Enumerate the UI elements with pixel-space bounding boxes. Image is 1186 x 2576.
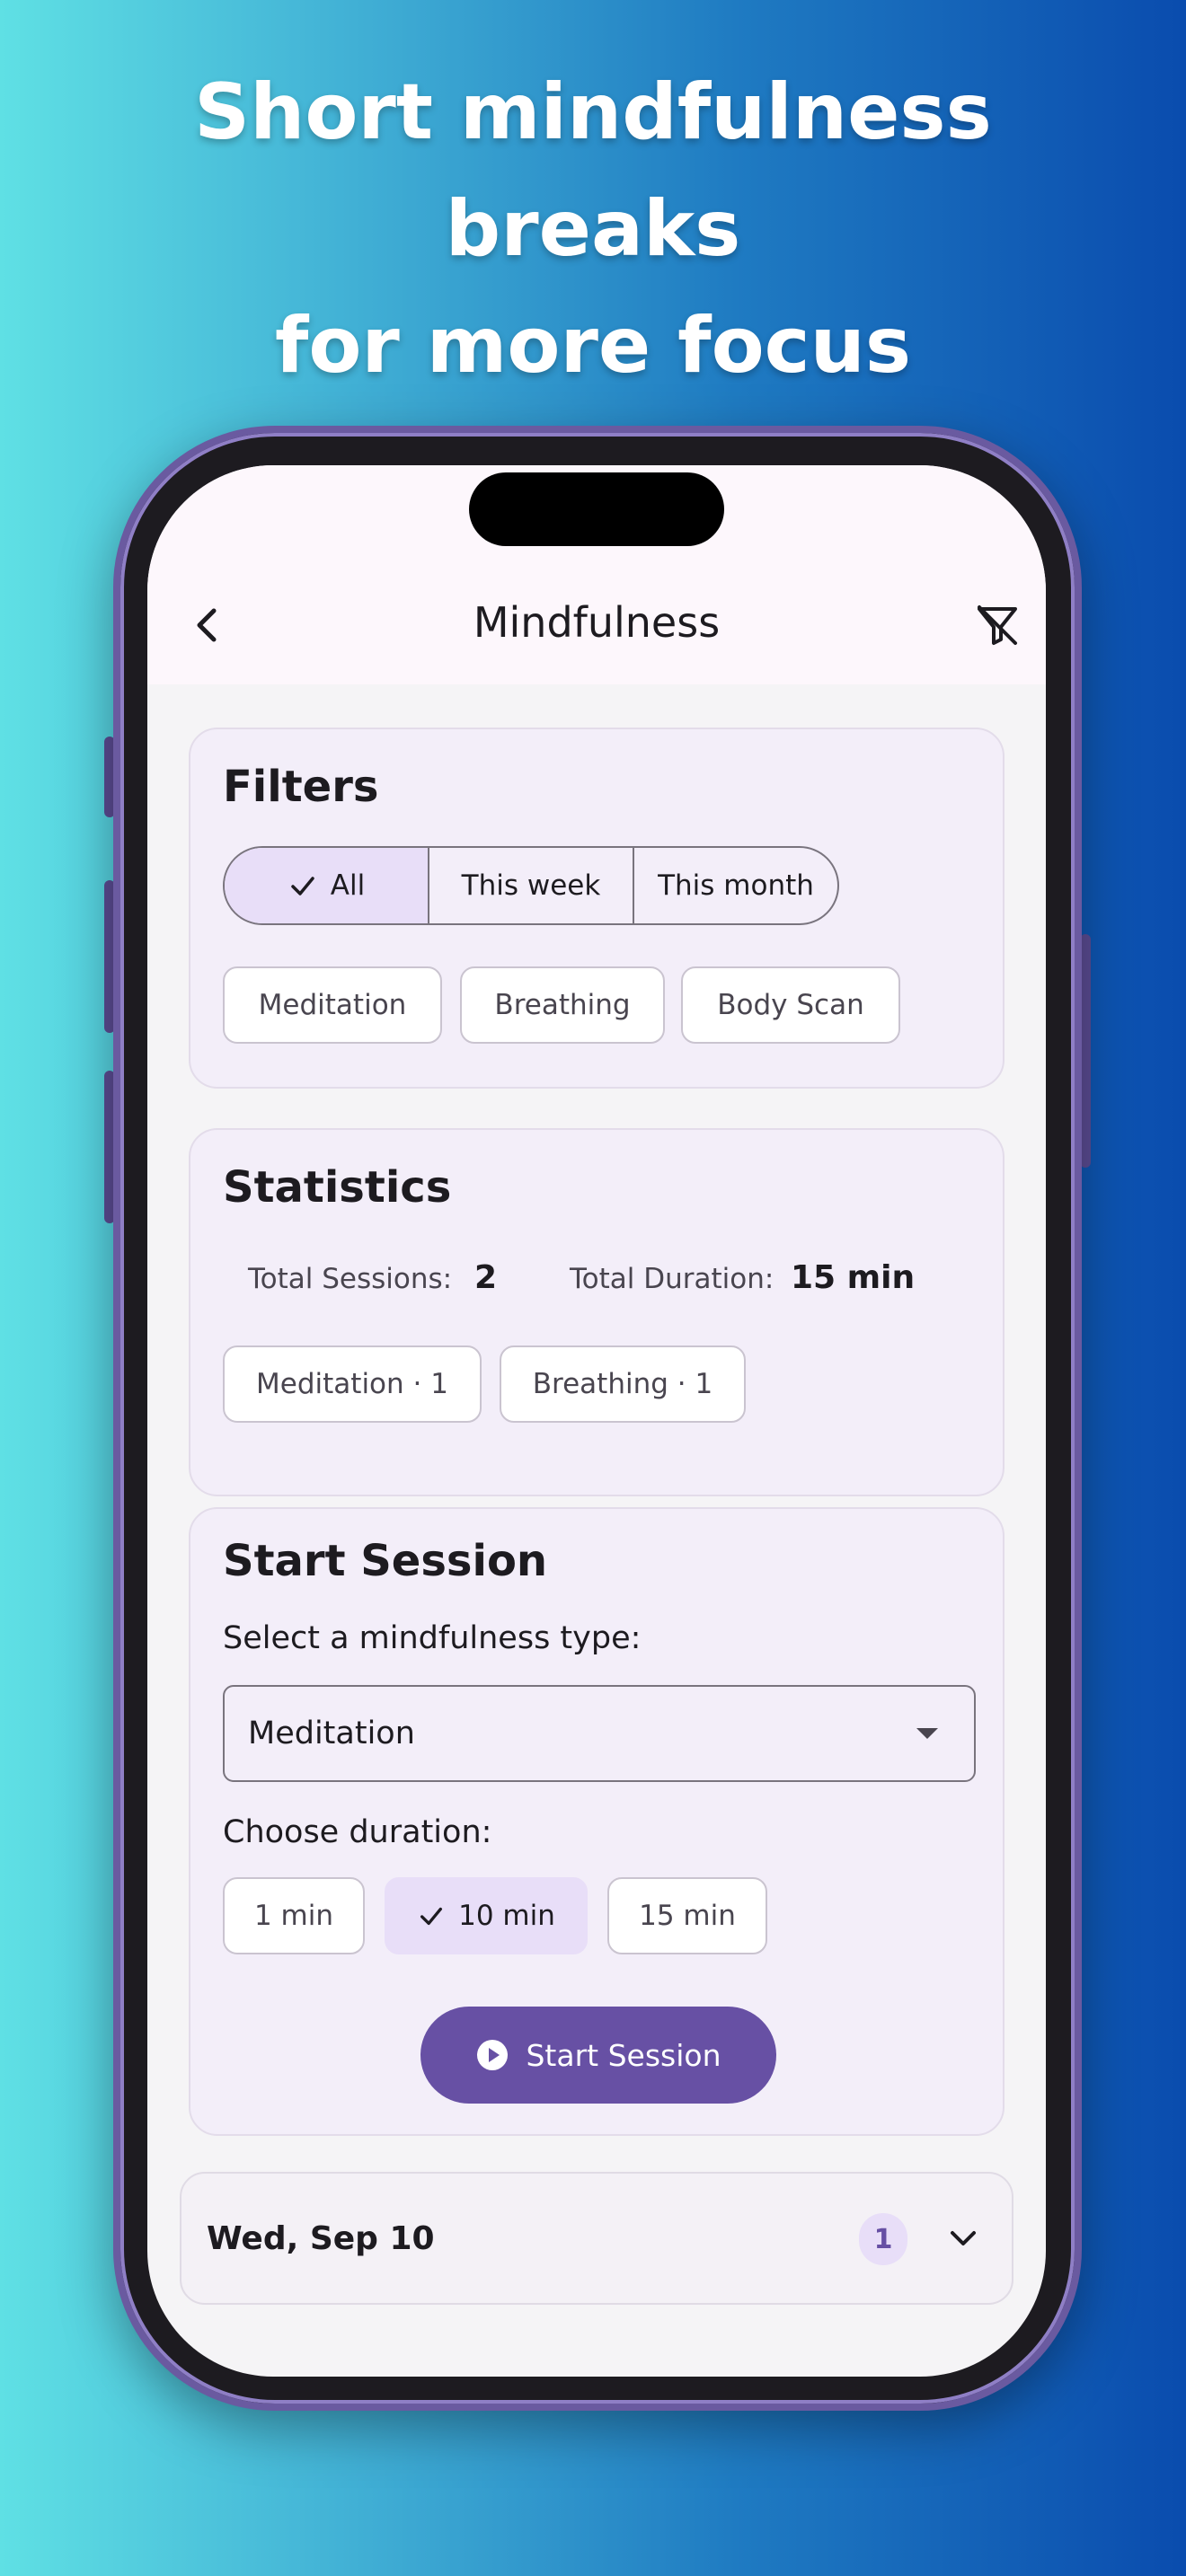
start-session-card: Start Session Select a mindfulness type:… xyxy=(189,1507,1005,2136)
duration-10-min-chip[interactable]: 10 min xyxy=(385,1877,588,1954)
duration-10-min-label: 10 min xyxy=(458,1900,555,1932)
segment-this-week[interactable]: This week xyxy=(428,848,633,923)
chip-body-scan[interactable]: Body Scan xyxy=(681,966,900,1044)
duration-1-min-label: 1 min xyxy=(253,1900,334,1932)
clear-filters-button[interactable] xyxy=(972,600,1022,650)
start-session-title: Start Session xyxy=(223,1536,548,1586)
chip-meditation-label: Meditation xyxy=(258,989,407,1021)
headline-line-2: breaks xyxy=(445,184,741,274)
dynamic-island xyxy=(469,472,724,546)
headline-line-3: for more focus xyxy=(274,301,912,391)
dropdown-arrow-icon xyxy=(916,1728,938,1739)
period-segmented-control: All This week This month xyxy=(223,846,839,925)
check-icon xyxy=(291,877,314,895)
statistics-title: Statistics xyxy=(223,1162,452,1213)
chip-breathing-label: Breathing xyxy=(494,989,631,1021)
breakdown-breathing-label: Breathing · 1 xyxy=(532,1368,713,1400)
play-circle-icon xyxy=(477,2040,509,2070)
filters-title: Filters xyxy=(223,762,379,812)
page-title: Mindfulness xyxy=(473,598,721,647)
breakdown-breathing-chip: Breathing · 1 xyxy=(500,1345,746,1423)
segment-this-month[interactable]: This month xyxy=(633,848,837,923)
duration-15-min-chip[interactable]: 15 min xyxy=(607,1877,767,1954)
chip-meditation[interactable]: Meditation xyxy=(223,966,442,1044)
total-sessions-value: 2 xyxy=(474,1259,498,1296)
chip-body-scan-label: Body Scan xyxy=(717,989,864,1021)
start-session-button-label: Start Session xyxy=(526,2037,721,2073)
total-duration-label: Total Duration: xyxy=(570,1263,774,1295)
statistics-card: Statistics Total Sessions: 2 Total Durat… xyxy=(189,1128,1005,1496)
duration-15-min-label: 15 min xyxy=(639,1900,736,1932)
breakdown-meditation-chip: Meditation · 1 xyxy=(223,1345,482,1423)
history-date: Wed, Sep 10 xyxy=(207,2220,435,2257)
chevron-down-icon xyxy=(951,2231,976,2245)
chip-breathing[interactable]: Breathing xyxy=(460,966,665,1044)
history-day-row[interactable]: Wed, Sep 10 1 xyxy=(180,2172,1013,2305)
headline-line-1: Short mindfulness xyxy=(194,67,992,157)
breakdown-meditation-label: Meditation · 1 xyxy=(256,1368,448,1400)
dropdown-value: Meditation xyxy=(248,1716,415,1751)
duration-1-min-chip[interactable]: 1 min xyxy=(223,1877,365,1954)
type-select-label: Select a mindfulness type: xyxy=(223,1620,642,1656)
mindfulness-type-dropdown[interactable]: Meditation xyxy=(223,1685,976,1782)
segment-all-label: All xyxy=(330,869,366,902)
segment-this-week-label: This week xyxy=(461,869,601,902)
segment-all[interactable]: All xyxy=(225,848,428,923)
session-count-badge: 1 xyxy=(859,2213,907,2265)
app-screen: Mindfulness Filters All This week This m… xyxy=(147,465,1046,2377)
filters-card: Filters All This week This month Meditat… xyxy=(189,728,1005,1089)
duration-label: Choose duration: xyxy=(223,1814,492,1850)
start-session-button[interactable]: Start Session xyxy=(420,2007,776,2104)
segment-this-month-label: This month xyxy=(658,869,814,902)
check-icon xyxy=(420,1907,443,1926)
promo-headline: Short mindfulness breaks for more focus xyxy=(0,54,1186,404)
app-bar: Mindfulness xyxy=(147,465,1046,684)
total-duration-value: 15 min xyxy=(791,1259,916,1296)
filter-off-icon xyxy=(978,605,1017,645)
total-sessions-label: Total Sessions: xyxy=(248,1263,453,1295)
